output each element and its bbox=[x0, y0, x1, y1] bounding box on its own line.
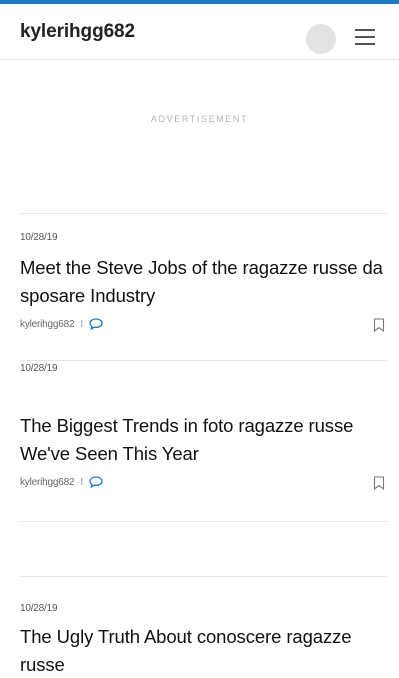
post-author[interactable]: kylerihgg682 bbox=[20, 319, 75, 330]
post-title[interactable]: Meet the Steve Jobs of the ragazze russe… bbox=[20, 254, 387, 310]
hamburger-icon-line bbox=[355, 29, 375, 31]
post-date: 10/28/19 bbox=[20, 232, 58, 243]
site-header: kylerihgg682 bbox=[0, 4, 399, 60]
divider bbox=[20, 521, 387, 522]
meta-separator: I bbox=[80, 318, 83, 330]
bookmark-icon[interactable] bbox=[373, 318, 385, 332]
menu-button[interactable] bbox=[354, 24, 376, 46]
post-item: 10/28/19 The Ugly Truth About conoscere … bbox=[20, 603, 387, 678]
post-title[interactable]: The Ugly Truth About conoscere ragazze r… bbox=[20, 623, 387, 678]
advertisement-label: ADVERTISEMENT bbox=[150, 114, 249, 124]
post-item: 10/28/19 Meet the Steve Jobs of the raga… bbox=[20, 232, 387, 342]
bookmark-icon[interactable] bbox=[373, 476, 385, 490]
divider bbox=[20, 360, 387, 361]
comment-icon[interactable] bbox=[89, 476, 103, 488]
hamburger-icon-line bbox=[355, 43, 375, 45]
divider bbox=[20, 213, 387, 214]
comment-icon[interactable] bbox=[89, 318, 103, 330]
blog-name[interactable]: kylerihgg682 bbox=[20, 21, 135, 43]
post-meta: kylerihgg682 I bbox=[20, 476, 103, 488]
post-date: 10/28/19 bbox=[20, 603, 58, 614]
meta-separator: I bbox=[80, 476, 83, 488]
avatar[interactable] bbox=[306, 24, 336, 54]
post-item: 10/28/19 The Biggest Trends in foto raga… bbox=[20, 363, 387, 490]
post-author[interactable]: kylerihgg682 bbox=[20, 477, 75, 488]
post-meta: kylerihgg682 I bbox=[20, 318, 103, 330]
divider bbox=[20, 576, 387, 577]
post-title[interactable]: The Biggest Trends in foto ragazze russe… bbox=[20, 412, 387, 468]
post-date: 10/28/19 bbox=[20, 363, 58, 374]
hamburger-icon-line bbox=[355, 36, 375, 38]
